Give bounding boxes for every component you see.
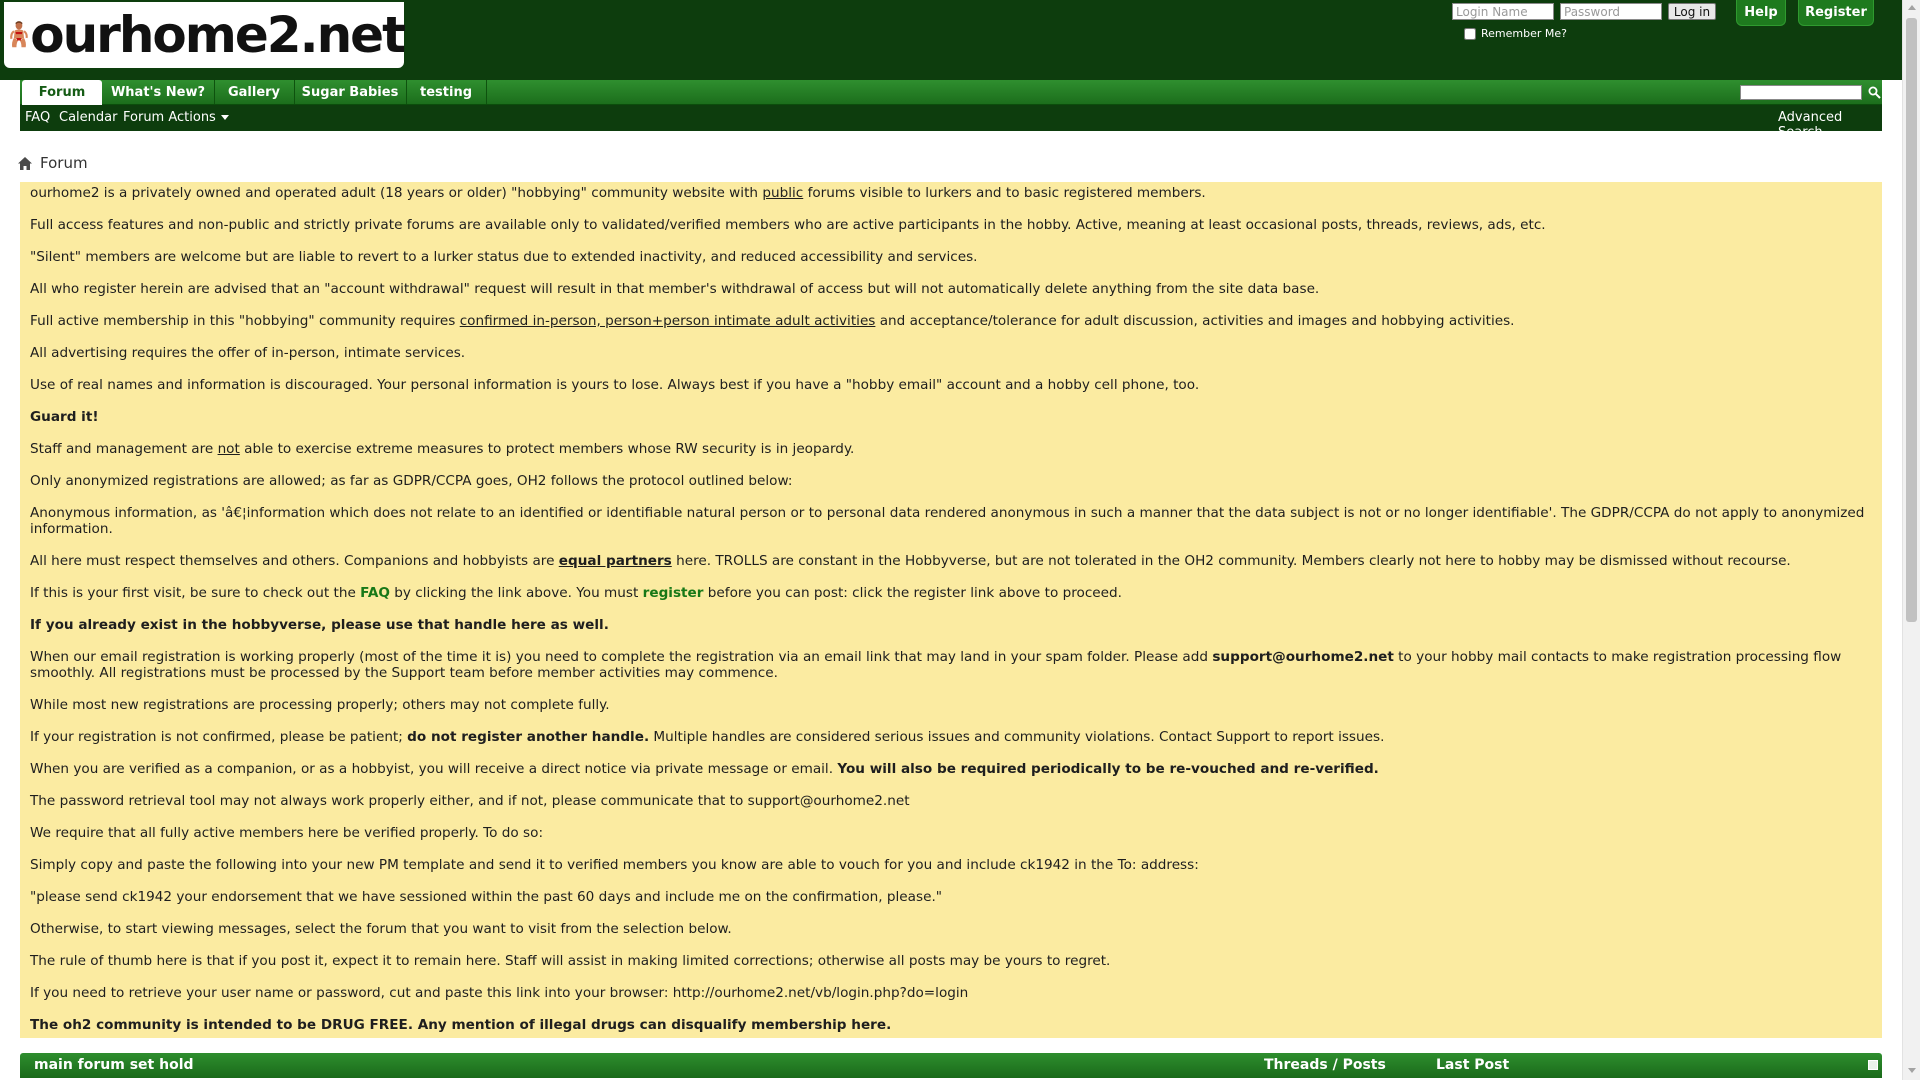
notice-paragraph: While most new registrations are process… <box>30 697 610 713</box>
notice-paragraph: All who register herein are advised that… <box>30 281 1320 297</box>
home-icon[interactable] <box>18 156 32 170</box>
subnav-calendar[interactable]: Calendar <box>59 110 117 125</box>
notice-paragraph: All here must respect themselves and oth… <box>30 553 1791 569</box>
notice-paragraph: Only anonymized registrations are allowe… <box>30 473 793 489</box>
notice-paragraph: If this is your first visit, be sure to … <box>30 585 1122 601</box>
breadcrumb-current: Forum <box>40 154 88 172</box>
forum-actions-label: Forum Actions <box>123 110 216 125</box>
not-link[interactable]: not <box>218 441 240 457</box>
forum-category-header: main forum set hold Threads / Posts Last… <box>20 1053 1882 1078</box>
notice-paragraph: All advertising requires the offer of in… <box>30 345 466 361</box>
login-button[interactable]: Log in <box>1668 3 1716 20</box>
forum-category-title[interactable]: main forum set hold <box>34 1057 194 1073</box>
notice-paragraph: Staff and management are not able to exe… <box>30 441 855 457</box>
remember-me[interactable]: Remember Me? <box>1464 27 1567 40</box>
notice-paragraph: If you already exist in the hobbyverse, … <box>30 617 609 633</box>
subnav-forum-actions[interactable]: Forum Actions <box>123 110 229 125</box>
scroll-down-icon[interactable] <box>1908 1068 1916 1073</box>
password-input[interactable] <box>1560 3 1662 20</box>
navbar: Forum What's New? Gallery Sugar Babies t… <box>20 80 1882 105</box>
notice-paragraph: Use of real names and information is dis… <box>30 377 1200 393</box>
logo-text: ourhome2.net <box>30 6 406 64</box>
breadcrumb: Forum <box>18 154 88 172</box>
register-button[interactable]: Register <box>1798 0 1874 26</box>
chevron-down-icon <box>220 115 229 120</box>
logo-figure-icon <box>10 21 28 48</box>
search-icon <box>1868 86 1881 99</box>
scroll-up-icon[interactable] <box>1908 5 1916 10</box>
tab-whats-new[interactable]: What's New? <box>102 80 215 104</box>
intimate-activities-link[interactable]: confirmed in-person, person+person intim… <box>460 313 876 329</box>
notice-paragraph: If your registration is not confirmed, p… <box>30 729 1385 745</box>
notice-paragraph: Otherwise, to start viewing messages, se… <box>30 921 732 937</box>
tab-forum[interactable]: Forum <box>22 80 102 105</box>
notice-paragraph: "Silent" members are welcome but are lia… <box>30 249 978 265</box>
threads-posts-header: Threads / Posts <box>1264 1057 1386 1073</box>
remember-me-label: Remember Me? <box>1481 27 1567 40</box>
scrollbar[interactable] <box>1902 0 1920 1080</box>
faq-link[interactable]: FAQ <box>360 585 390 601</box>
equal-partners-link[interactable]: equal partners <box>559 553 672 569</box>
remember-me-checkbox[interactable] <box>1464 27 1476 40</box>
notice-paragraph: The password retrieval tool may not alwa… <box>30 793 910 809</box>
tab-sugar-babies[interactable]: Sugar Babies <box>294 80 407 104</box>
site-header: ourhome2.net Log in Remember Me? Help Re… <box>0 0 1902 80</box>
notice-paragraph: The oh2 community is intended to be DRUG… <box>30 1017 892 1033</box>
notice-paragraph: Full active membership in this "hobbying… <box>30 313 1515 329</box>
register-link[interactable]: register <box>643 585 704 601</box>
last-post-header: Last Post <box>1436 1057 1510 1073</box>
notice-paragraph: ourhome2 is a privately owned and operat… <box>30 185 1206 201</box>
site-logo[interactable]: ourhome2.net <box>2 0 406 70</box>
notice-paragraph: When our email registration is working p… <box>30 649 1842 681</box>
support-email: support@ourhome2.net <box>1212 649 1394 665</box>
collapse-icon[interactable] <box>1868 1060 1878 1070</box>
notice-paragraph: We require that all fully active members… <box>30 825 544 841</box>
sub-navbar: FAQ Calendar Forum Actions Advanced Sear… <box>20 105 1882 140</box>
guard-it-text: Guard it! <box>30 409 99 425</box>
notice-paragraph: Guard it! <box>30 409 1872 425</box>
scroll-thumb[interactable] <box>1906 18 1917 622</box>
forum-notice: ourhome2 is a privately owned and operat… <box>20 182 1882 1038</box>
notice-paragraph: If you need to retrieve your user name o… <box>30 985 969 1001</box>
notice-paragraph: The rule of thumb here is that if you po… <box>30 953 1111 969</box>
subnav-advanced-search[interactable]: Advanced Search <box>1778 110 1882 140</box>
help-button[interactable]: Help <box>1736 0 1786 26</box>
notice-paragraph: Full access features and non-public and … <box>30 217 1546 233</box>
tab-gallery[interactable]: Gallery <box>214 80 295 104</box>
notice-paragraph: Simply copy and paste the following into… <box>30 857 1199 873</box>
notice-paragraph: When you are verified as a companion, or… <box>30 761 1379 777</box>
subnav-faq[interactable]: FAQ <box>25 110 50 125</box>
notice-paragraph: "please send ck1942 your endorsement tha… <box>30 889 943 905</box>
notice-paragraph: Anonymous information, as 'â€¦informatio… <box>30 505 1865 537</box>
search-input[interactable] <box>1740 85 1862 100</box>
search-button[interactable] <box>1866 83 1882 101</box>
login-form: Log in Remember Me? <box>1452 1 1716 45</box>
login-name-input[interactable] <box>1452 3 1554 20</box>
public-link[interactable]: public <box>762 185 803 201</box>
tab-testing[interactable]: testing <box>406 80 487 104</box>
